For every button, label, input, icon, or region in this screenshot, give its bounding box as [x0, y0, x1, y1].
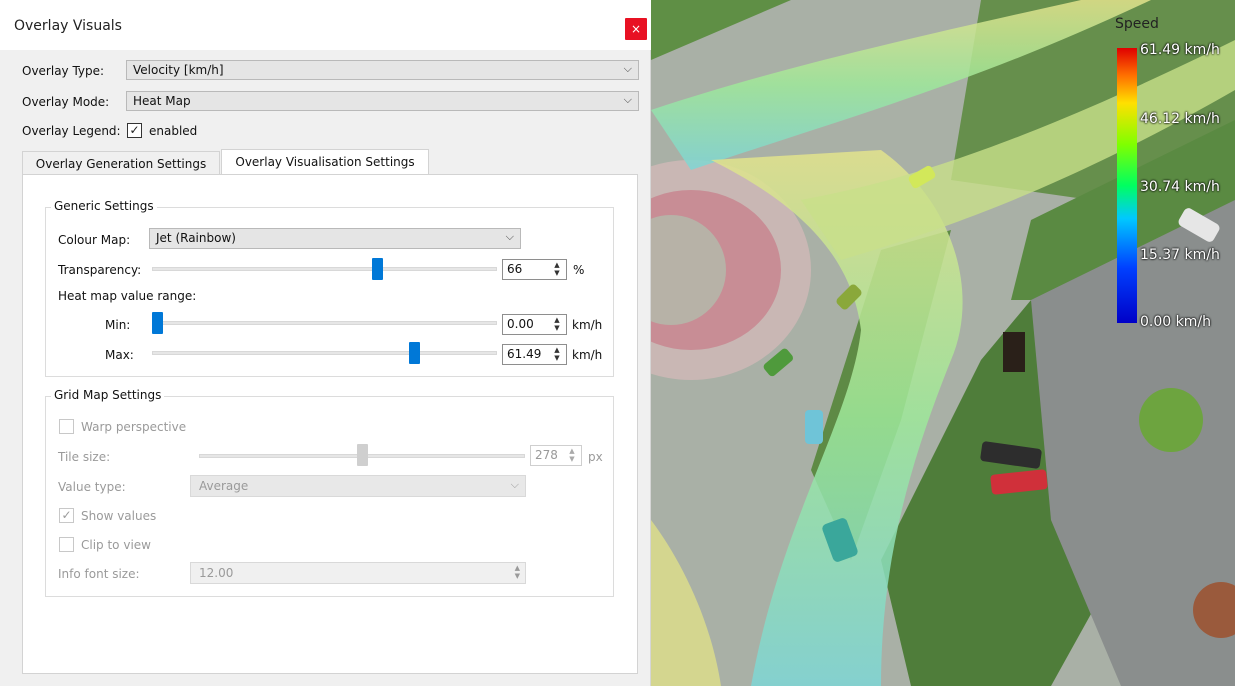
- speed-legend-title: Speed: [1115, 16, 1159, 32]
- speed-legend-label: 0.00 km/h: [1140, 314, 1211, 330]
- heat-map-range-label: Heat map value range:: [58, 289, 197, 303]
- tile-size-value: 278: [535, 448, 558, 462]
- car: [805, 410, 823, 444]
- max-label: Max:: [105, 348, 134, 362]
- speed-legend-label: 30.74 km/h: [1140, 179, 1220, 195]
- speed-legend-label: 61.49 km/h: [1140, 42, 1220, 58]
- transparency-slider[interactable]: [152, 267, 497, 271]
- tab-panel: Generic Settings Colour Map: Jet (Rainbo…: [22, 174, 638, 674]
- dialog-titlebar: Overlay Visuals ×: [0, 0, 651, 50]
- min-spinbox[interactable]: 0.00 ▲ ▼: [502, 314, 567, 335]
- chevron-down-icon: ⌵: [510, 478, 519, 491]
- colour-map-label: Colour Map:: [58, 233, 131, 247]
- overlay-legend-value: enabled: [149, 124, 198, 138]
- info-font-size-spinbox[interactable]: 12.00 ▲ ▼: [190, 562, 526, 584]
- max-slider[interactable]: [152, 351, 497, 355]
- min-label: Min:: [105, 318, 131, 332]
- max-slider-thumb[interactable]: [409, 342, 421, 364]
- spin-arrows-icon[interactable]: ▲ ▼: [551, 261, 563, 277]
- min-unit: km/h: [572, 318, 603, 332]
- warp-perspective-checkbox[interactable]: [59, 419, 74, 434]
- overlay-legend-label: Overlay Legend:: [22, 124, 121, 138]
- overlay-type-select[interactable]: Velocity [km/h] ⌵: [126, 60, 639, 80]
- min-value: 0.00: [507, 317, 534, 331]
- warp-perspective-label: Warp perspective: [81, 420, 187, 434]
- aerial-scene: [651, 0, 1235, 686]
- overlay-visuals-dialog: Overlay Visuals × Overlay Type: Velocity…: [0, 0, 651, 686]
- tree: [1139, 388, 1203, 452]
- spin-arrows-icon[interactable]: ▲ ▼: [551, 316, 563, 332]
- tile-size-slider-thumb[interactable]: [356, 444, 368, 466]
- tile-size-spinbox[interactable]: 278 ▲ ▼: [530, 445, 582, 466]
- tile-size-unit: px: [588, 450, 603, 464]
- speed-color-bar: [1117, 48, 1137, 323]
- overlay-mode-value: Heat Map: [133, 94, 191, 108]
- overlay-legend-checkbox[interactable]: ✓: [127, 123, 142, 138]
- overlay-mode-label: Overlay Mode:: [22, 95, 110, 109]
- dialog-title: Overlay Visuals: [14, 18, 122, 34]
- transparency-unit: %: [573, 263, 585, 277]
- tab-overlay-visualisation-settings[interactable]: Overlay Visualisation Settings: [221, 149, 429, 175]
- info-font-size-label: Info font size:: [58, 567, 140, 581]
- overlay-mode-select[interactable]: Heat Map ⌵: [126, 91, 639, 111]
- min-slider-thumb[interactable]: [152, 312, 163, 334]
- transparency-value: 66: [507, 262, 523, 276]
- sign-board: [1003, 332, 1025, 372]
- speed-legend-label: 15.37 km/h: [1140, 247, 1220, 263]
- min-slider[interactable]: [152, 321, 497, 325]
- value-type-select[interactable]: Average ⌵: [190, 475, 526, 497]
- tile-size-label: Tile size:: [58, 450, 111, 464]
- close-button[interactable]: ×: [625, 18, 647, 40]
- transparency-label: Transparency:: [58, 263, 142, 277]
- info-font-size-value: 12.00: [199, 566, 234, 580]
- generic-settings-title: Generic Settings: [51, 199, 157, 213]
- tab-overlay-generation-settings[interactable]: Overlay Generation Settings: [22, 151, 220, 175]
- value-type-label: Value type:: [58, 480, 126, 494]
- value-type-value: Average: [199, 479, 249, 493]
- aerial-video-view[interactable]: [651, 0, 1235, 686]
- max-unit: km/h: [572, 348, 603, 362]
- spin-arrows-icon[interactable]: ▲ ▼: [515, 564, 520, 580]
- colour-map-select[interactable]: Jet (Rainbow) ⌵: [149, 228, 521, 249]
- max-value: 61.49: [507, 347, 542, 361]
- overlay-type-label: Overlay Type:: [22, 64, 105, 78]
- transparency-slider-thumb[interactable]: [372, 258, 384, 280]
- show-values-label: Show values: [81, 509, 157, 523]
- overlay-type-value: Velocity [km/h]: [133, 63, 224, 77]
- grid-map-settings-title: Grid Map Settings: [51, 388, 165, 402]
- spin-arrows-icon[interactable]: ▲ ▼: [566, 447, 578, 463]
- max-spinbox[interactable]: 61.49 ▲ ▼: [502, 344, 567, 365]
- colour-map-value: Jet (Rainbow): [156, 231, 236, 245]
- chevron-down-icon: ⌵: [623, 93, 632, 106]
- chevron-down-icon: ⌵: [623, 62, 632, 75]
- chevron-down-icon: ⌵: [505, 230, 514, 243]
- speed-legend-label: 46.12 km/h: [1140, 111, 1220, 127]
- show-values-checkbox[interactable]: ✓: [59, 508, 74, 523]
- transparency-spinbox[interactable]: 66 ▲ ▼: [502, 259, 567, 280]
- clip-to-view-label: Clip to view: [81, 538, 151, 552]
- spin-arrows-icon[interactable]: ▲ ▼: [551, 346, 563, 362]
- clip-to-view-checkbox[interactable]: [59, 537, 74, 552]
